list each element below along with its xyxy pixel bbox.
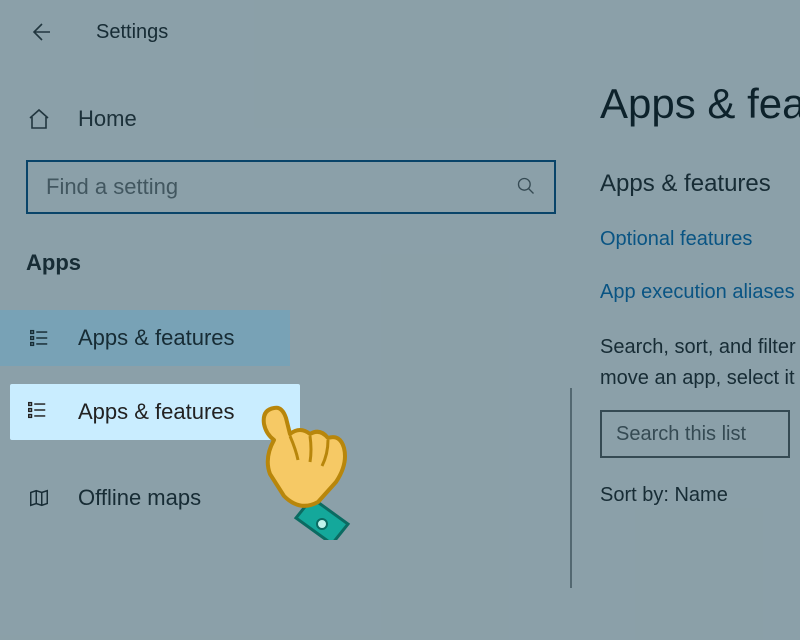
sidebar-item-apps-features[interactable]: Apps & features xyxy=(0,310,290,366)
highlight-apps-features[interactable]: Apps & features xyxy=(10,384,300,440)
list-icon xyxy=(26,399,52,425)
category-heading: Apps xyxy=(26,250,585,276)
search-input[interactable]: Find a setting xyxy=(26,160,556,214)
link-optional-features[interactable]: Optional features xyxy=(600,228,800,251)
sidebar-item-home[interactable]: Home xyxy=(26,106,585,132)
home-icon xyxy=(26,106,52,132)
sidebar-item-offline-maps[interactable]: Offline maps xyxy=(0,470,290,526)
app-list-search-input[interactable]: Search this list xyxy=(600,410,790,458)
home-label: Home xyxy=(78,106,137,132)
highlight-label: Apps & features xyxy=(78,399,235,425)
back-button[interactable] xyxy=(26,18,54,46)
sidebar: Settings Home Find a setting Apps xyxy=(0,0,585,640)
main-content: Apps & features Apps & features Optional… xyxy=(600,0,800,640)
sidebar-item-label: Apps & features xyxy=(78,325,235,351)
search-icon xyxy=(516,176,538,198)
sort-by-label: Sort by: xyxy=(600,484,669,506)
main-heading: Apps & features xyxy=(600,80,800,128)
link-app-execution-aliases[interactable]: App execution aliases xyxy=(600,281,800,304)
page-title: Settings xyxy=(96,21,168,44)
description-line-2: move an app, select it from the list. xyxy=(600,365,800,392)
sort-by-control[interactable]: Sort by: Name xyxy=(600,484,800,507)
sort-by-value: Name xyxy=(674,484,727,506)
main-subheading: Apps & features xyxy=(600,170,800,198)
scrollbar[interactable] xyxy=(570,388,572,588)
app-list-search-placeholder: Search this list xyxy=(616,423,746,446)
search-placeholder: Find a setting xyxy=(46,174,516,200)
list-icon xyxy=(26,325,52,351)
description-line-1: Search, sort, and filter by drive. If yo… xyxy=(600,334,800,361)
sidebar-item-label: Offline maps xyxy=(78,485,201,511)
map-icon xyxy=(26,485,52,511)
